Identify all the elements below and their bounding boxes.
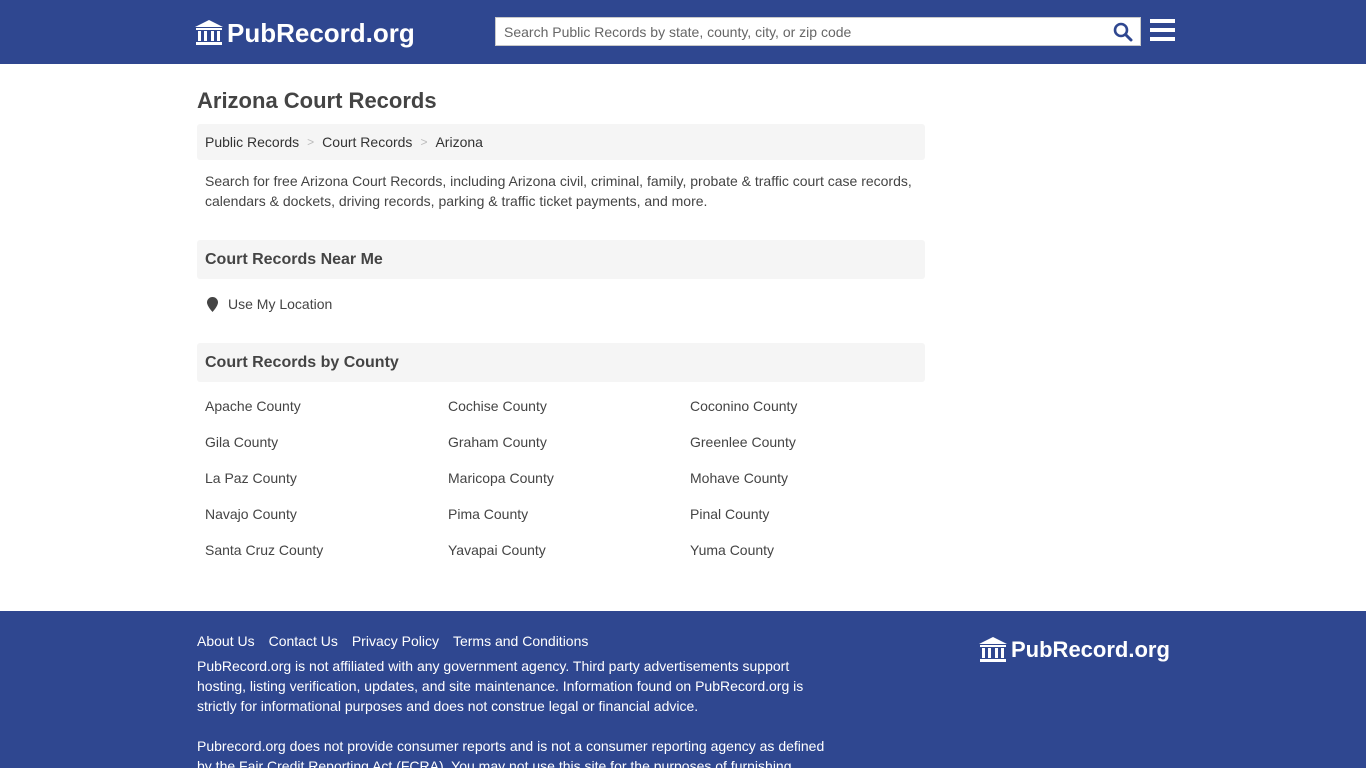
courthouse-icon xyxy=(979,637,1007,662)
county-link-cochise[interactable]: Cochise County xyxy=(448,398,547,414)
county-link-yavapai[interactable]: Yavapai County xyxy=(448,542,546,558)
search-icon xyxy=(1113,22,1133,41)
courthouse-icon xyxy=(195,20,223,45)
county-link-yuma[interactable]: Yuma County xyxy=(690,542,774,558)
county-link-pinal[interactable]: Pinal County xyxy=(690,506,769,522)
breadcrumb-separator: > xyxy=(420,135,428,149)
county-link-maricopa[interactable]: Maricopa County xyxy=(448,470,554,486)
breadcrumb-separator: > xyxy=(307,135,315,149)
county-link-graham[interactable]: Graham County xyxy=(448,434,547,450)
search-button[interactable] xyxy=(1106,18,1140,45)
county-link-pima[interactable]: Pima County xyxy=(448,506,528,522)
county-link-coconino[interactable]: Coconino County xyxy=(690,398,797,414)
breadcrumb-arizona[interactable]: Arizona xyxy=(435,134,482,150)
footer-logo[interactable]: PubRecord.org xyxy=(979,635,1170,665)
page-title: Arizona Court Records xyxy=(197,88,437,113)
site-logo[interactable]: PubRecord.org xyxy=(195,18,415,48)
use-my-location-link[interactable]: Use My Location xyxy=(207,296,332,312)
footer-logo-text: PubRecord.org xyxy=(1011,637,1170,662)
county-link-santa-cruz[interactable]: Santa Cruz County xyxy=(205,542,323,558)
footer-disclaimer: PubRecord.org is not affiliated with any… xyxy=(197,658,804,714)
search-box xyxy=(495,17,1141,46)
by-county-heading: Court Records by County xyxy=(197,343,925,382)
footer-link-privacy[interactable]: Privacy Policy xyxy=(352,633,439,649)
county-link-apache[interactable]: Apache County xyxy=(205,398,301,414)
footer-link-terms[interactable]: Terms and Conditions xyxy=(453,633,588,649)
footer-link-contact[interactable]: Contact Us xyxy=(269,633,338,649)
breadcrumb-public-records[interactable]: Public Records xyxy=(205,134,299,150)
logo-text: PubRecord.org xyxy=(227,17,415,48)
intro-text: Search for free Arizona Court Records, i… xyxy=(205,173,912,209)
footer-links: About Us Contact Us Privacy Policy Terms… xyxy=(197,633,602,649)
footer-fcra-notice: Pubrecord.org does not provide consumer … xyxy=(197,738,825,774)
county-link-la-paz[interactable]: La Paz County xyxy=(205,470,297,486)
county-link-mohave[interactable]: Mohave County xyxy=(690,470,788,486)
site-footer: About Us Contact Us Privacy Policy Terms… xyxy=(0,611,1366,774)
footer-link-about[interactable]: About Us xyxy=(197,633,255,649)
county-link-navajo[interactable]: Navajo County xyxy=(205,506,297,522)
use-my-location-label: Use My Location xyxy=(228,296,333,312)
breadcrumb: Public Records > Court Records > Arizona xyxy=(197,124,925,160)
site-header: PubRecord.org xyxy=(0,0,1366,64)
county-link-greenlee[interactable]: Greenlee County xyxy=(690,434,796,450)
map-marker-icon xyxy=(207,296,218,312)
search-input[interactable] xyxy=(496,18,1106,45)
breadcrumb-court-records[interactable]: Court Records xyxy=(322,134,412,150)
near-me-heading: Court Records Near Me xyxy=(197,240,925,279)
hamburger-menu-icon[interactable] xyxy=(1150,19,1176,43)
county-link-gila[interactable]: Gila County xyxy=(205,434,278,450)
